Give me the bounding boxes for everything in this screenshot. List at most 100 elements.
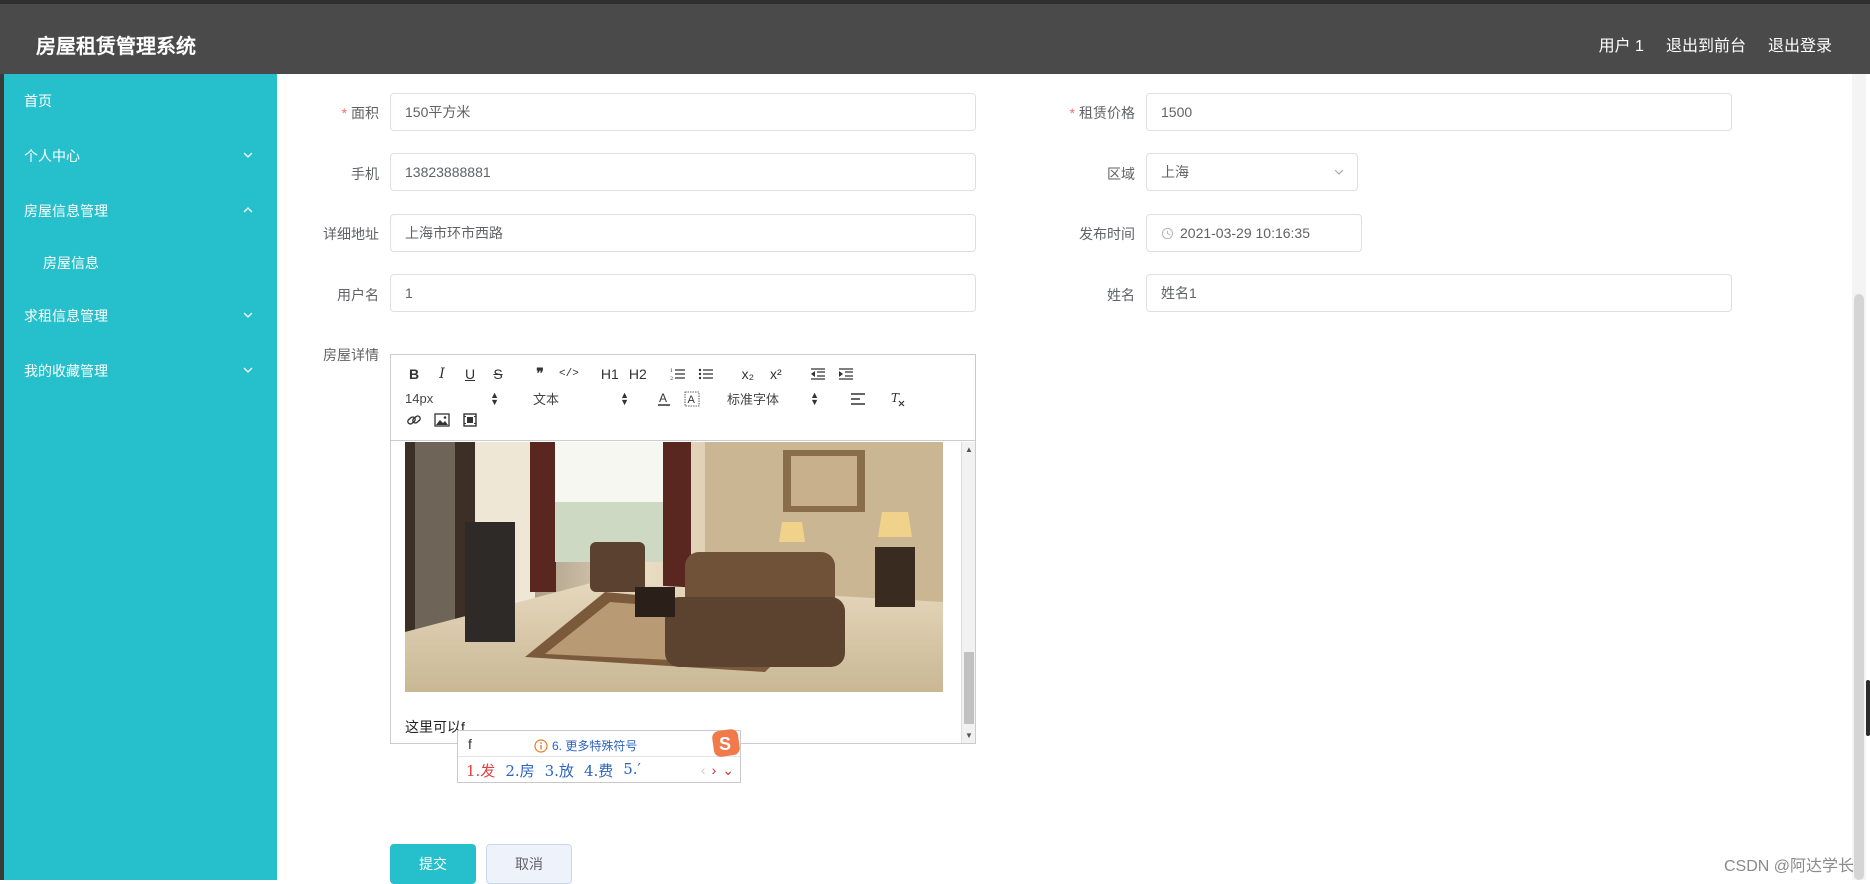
info-icon [534,738,548,753]
chevron-down-icon [243,367,253,373]
ime-candidate[interactable]: 1.发 [466,760,495,781]
bullet-list-icon[interactable] [697,367,715,381]
indent-icon[interactable] [837,367,855,381]
rich-text-editor[interactable]: B I U S ❞ </> H1 H2 12 x₂ x² 14px ▲ ▼ 文本 ▲ ▼… [390,354,976,744]
publish-time-value: 2021-03-29 10:16:35 [1180,225,1310,241]
video-icon[interactable] [461,413,479,427]
heading1-button[interactable]: H1 [601,366,619,382]
ordered-list-icon[interactable]: 12 [669,367,687,381]
living-room-photo [405,442,943,692]
username-input[interactable]: 1 [390,274,976,312]
chevron-down-icon [243,152,253,158]
sidebar-item-label: 房屋信息 [43,255,99,271]
link-icon[interactable] [405,412,423,428]
sidebar-item-favorites-management[interactable]: 我的收藏管理 [4,343,277,398]
ime-candidate[interactable]: 5.′ [623,760,641,781]
scroll-down-icon[interactable]: ▼ [965,731,973,740]
ime-candidate-window: f 6. 更多特殊符号 S 1.发 2.房 3.放 4.费 5.′ ‹ › ⌄ [457,729,741,783]
font-color-icon[interactable]: A [655,391,673,407]
sidebar-item-home[interactable]: 首页 [4,74,277,128]
ime-candidate[interactable]: 2.房 [505,760,534,781]
ime-hint-text: 6. 更多特殊符号 [552,739,638,753]
address-input[interactable]: 上海市环市西路 [390,214,976,252]
background-color-icon[interactable]: A [683,391,701,407]
ime-hint[interactable]: 6. 更多特殊符号 [534,737,637,754]
italic-button[interactable]: I [433,366,451,382]
ime-next-page-icon[interactable]: › [712,762,717,779]
outdent-icon[interactable] [809,367,827,381]
sidebar: 首页 个人中心 房屋信息管理 房屋信息 求租信息管理 我的收藏管理 [4,74,277,880]
sidebar-item-label: 首页 [24,93,52,109]
editor-scrollbar-thumb[interactable] [964,652,974,724]
sidebar-item-label: 我的收藏管理 [24,362,108,379]
app-title: 房屋租赁管理系统 [36,36,196,58]
font-size-select[interactable]: 14px ▲ ▼ [405,390,499,406]
page-scrollbar-thumb[interactable] [1854,294,1864,880]
toolbar-row-3 [405,412,489,428]
svg-text:A: A [688,394,696,406]
heading2-button[interactable]: H2 [629,366,647,382]
align-left-icon[interactable] [849,392,867,406]
phone-input[interactable]: 13823888881 [390,153,976,191]
ime-candidate[interactable]: 3.放 [545,760,574,781]
cancel-button[interactable]: 取消 [486,844,572,884]
svg-text:1: 1 [670,368,673,374]
underline-button[interactable]: U [461,366,479,382]
font-family-select[interactable]: 标准字体 ▲ ▼ [727,389,819,408]
page-scrollbar[interactable] [1852,74,1866,880]
editor-content[interactable]: 这里可以f ▲ ▼ [391,442,975,743]
username-label: 用户名 [337,287,379,303]
sidebar-item-house-info[interactable]: 房屋信息 [4,238,277,288]
toolbar-row-1: B I U S ❞ </> H1 H2 12 x₂ x² [405,366,865,382]
code-block-button[interactable]: </> [559,368,579,380]
toolbar-row-2: 14px ▲ ▼ 文本 ▲ ▼ A A 标准字体 ▲ ▼ T [405,389,917,408]
sidebar-item-label: 求租信息管理 [24,307,108,324]
current-user-link[interactable]: 用户 1 [1599,32,1644,56]
editor-text: 这里可以f [405,719,465,735]
chevron-down-icon [1334,169,1344,175]
ime-prev-page-icon[interactable]: ‹ [701,762,706,779]
bold-button[interactable]: B [405,366,423,382]
ime-pinyin: f [468,736,472,752]
ime-candidate[interactable]: 4.费 [584,760,613,781]
window-right-edge [1866,680,1870,736]
font-family-value: 标准字体 [727,392,780,407]
svg-text:T: T [891,391,900,405]
svg-text:S: S [719,734,731,754]
chevron-up-icon [243,207,253,213]
ime-composition-bar: f 6. 更多特殊符号 S [458,729,740,757]
watermark: CSDN @阿达学长 [1723,858,1854,875]
scroll-up-icon[interactable]: ▲ [965,445,973,454]
price-input[interactable]: 1500 [1146,93,1732,131]
strikethrough-button[interactable]: S [489,366,507,382]
block-type-value: 文本 [533,392,560,407]
clear-format-icon[interactable]: T [889,391,907,407]
font-size-value: 14px [405,391,434,406]
editor-scrollbar[interactable]: ▲ ▼ [961,442,975,743]
price-label: * 租赁价格 [1069,105,1135,121]
ime-nav: ‹ › ⌄ [701,762,734,779]
superscript-button[interactable]: x² [767,366,785,382]
svg-text:A: A [659,391,667,405]
required-mark: * [341,105,347,121]
name-label: 姓名 [1107,287,1135,303]
area-input[interactable]: 150平方米 [390,93,976,131]
sidebar-item-personal-center[interactable]: 个人中心 [4,128,277,183]
top-header: 房屋租赁管理系统 用户 1 退出到前台 退出登录 [0,0,1870,74]
ime-candidates: 1.发 2.房 3.放 4.费 5.′ [466,760,641,781]
sidebar-item-rental-request-management[interactable]: 求租信息管理 [4,288,277,343]
sidebar-item-house-info-management[interactable]: 房屋信息管理 [4,183,277,238]
subscript-button[interactable]: x₂ [739,366,757,382]
name-input[interactable]: 姓名1 [1146,274,1732,312]
chevron-down-icon [243,312,253,318]
ime-expand-icon[interactable]: ⌄ [722,762,734,779]
image-icon[interactable] [433,413,451,427]
logout-link[interactable]: 退出登录 [1768,32,1832,56]
blockquote-button[interactable]: ❞ [531,366,549,382]
submit-button[interactable]: 提交 [390,844,476,884]
exit-to-frontend-link[interactable]: 退出到前台 [1666,32,1746,56]
publish-time-picker[interactable]: 2021-03-29 10:16:35 [1146,214,1362,252]
region-select[interactable]: 上海 [1146,153,1358,191]
publish-time-label: 发布时间 [1079,226,1135,242]
block-type-select[interactable]: 文本 ▲ ▼ [533,389,629,408]
